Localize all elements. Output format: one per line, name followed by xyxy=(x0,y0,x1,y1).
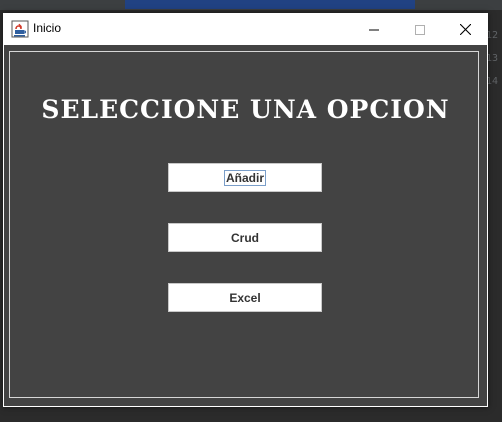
ide-line-number: 12 xyxy=(486,30,499,41)
java-icon xyxy=(11,20,29,38)
crud-button[interactable]: Crud xyxy=(168,223,322,252)
crud-button-label: Crud xyxy=(231,230,259,245)
ide-selection-highlight xyxy=(125,0,415,9)
title-bar[interactable]: Inicio xyxy=(3,13,488,45)
anadir-button[interactable]: Añadir xyxy=(168,163,322,192)
close-button[interactable] xyxy=(443,13,488,45)
minimize-icon xyxy=(368,20,379,39)
ide-line-number: 13 xyxy=(486,53,499,64)
excel-button-label: Excel xyxy=(229,290,261,305)
excel-button[interactable]: Excel xyxy=(168,283,322,312)
page-heading: SELECCIONE UNA OPCION xyxy=(41,95,450,124)
close-icon xyxy=(459,20,472,39)
ide-line-numbers: 12 13 14 xyxy=(486,24,502,94)
ide-line-number: 14 xyxy=(486,76,499,87)
content-panel: SELECCIONE UNA OPCION Añadir Crud Excel xyxy=(4,45,487,406)
window-title: Inicio xyxy=(33,21,62,35)
inicio-window: Inicio SELECCIONE UNA OPCION Añadir Crud xyxy=(3,13,488,407)
maximize-button[interactable] xyxy=(397,13,442,45)
maximize-icon xyxy=(414,20,425,39)
minimize-button[interactable] xyxy=(351,13,396,45)
anadir-button-label: Añadir xyxy=(223,169,266,186)
